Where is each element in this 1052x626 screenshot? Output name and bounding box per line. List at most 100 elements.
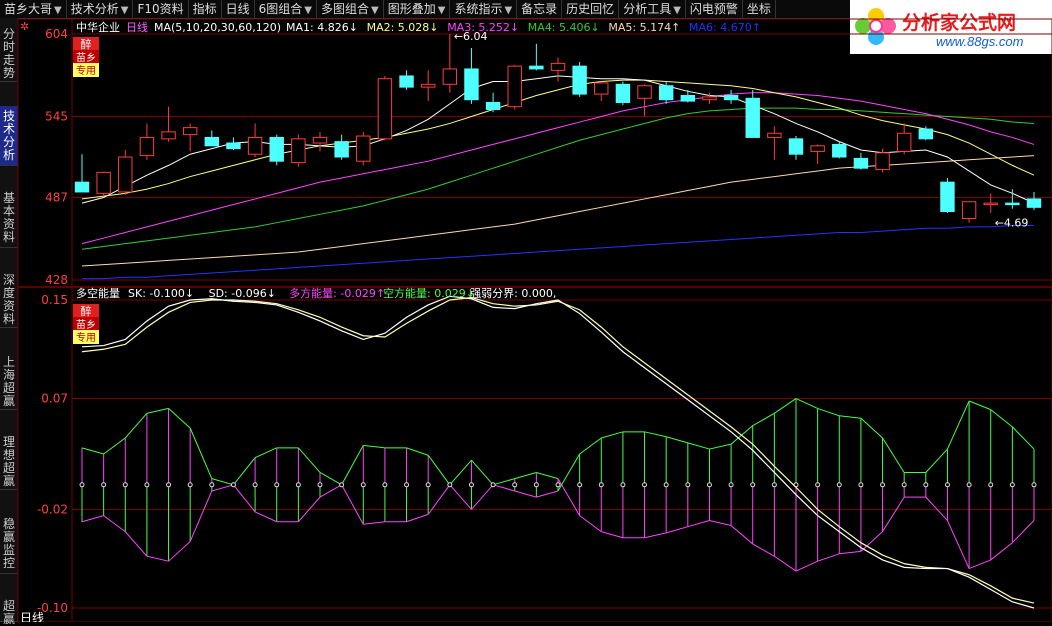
- zero-dot: [620, 482, 626, 488]
- zero-dot: [468, 482, 474, 488]
- sidebar-tab-5[interactable]: 理 想 超 赢: [0, 432, 18, 490]
- upper-tick-label: 604: [45, 27, 68, 41]
- candle: [399, 70, 414, 90]
- candle-up: [139, 136, 155, 157]
- menu-item-9[interactable]: 备忘录: [517, 0, 563, 18]
- candle-down: [572, 65, 587, 95]
- bear-energy-line: [666, 436, 688, 444]
- menu-item-2[interactable]: F10资料: [133, 0, 189, 18]
- sidebar-tab-6[interactable]: 稳 赢 监 控: [0, 514, 18, 574]
- bear-energy-line: [795, 398, 818, 409]
- bear-energy-line: [406, 513, 429, 523]
- candle: [291, 134, 306, 167]
- menu-item-0[interactable]: 苗乡大哥 ▼: [0, 0, 67, 18]
- zero-dot: [274, 482, 280, 488]
- candle: [767, 126, 782, 160]
- menu-item-10[interactable]: 历史回忆: [562, 0, 620, 18]
- legend-item: 强弱分界: 0.000,: [470, 287, 556, 300]
- dropdown-arrow-icon: ▼: [504, 5, 513, 16]
- bull-energy-line: [297, 447, 321, 473]
- sidebar-tab-1[interactable]: 技 术 分 析: [0, 106, 18, 166]
- candle: [269, 134, 284, 166]
- candle-down: [74, 181, 90, 193]
- bull-energy-line: [579, 515, 602, 533]
- menu-item-12[interactable]: 闪电预警: [686, 0, 743, 18]
- menu-item-7[interactable]: 图形叠加 ▼: [384, 0, 451, 18]
- zero-dot: [425, 482, 431, 488]
- sd-line: [81, 296, 1035, 604]
- bull-energy-line: [601, 531, 624, 539]
- sidebar-tab-7[interactable]: 超 赢: [0, 596, 18, 626]
- sidebar-tab-2[interactable]: 基 本 资 料: [0, 188, 18, 248]
- bull-energy-line: [925, 496, 948, 521]
- zero-dot: [685, 482, 691, 488]
- zero-dot: [880, 482, 886, 488]
- candle: [940, 177, 955, 213]
- zero-dot: [706, 482, 712, 488]
- candle-down: [680, 95, 696, 102]
- candle-up: [875, 152, 890, 171]
- bull-energy-line: [817, 553, 840, 562]
- bull-energy-line: [536, 471, 559, 480]
- logo-url: www.88gs.com: [936, 34, 1024, 49]
- bear-energy-line: [189, 490, 213, 542]
- badge-line3: 专用: [76, 64, 96, 77]
- sidebar: 分 时 走 势技 术 分 析基 本 资 料深 度 资 料上 海 超 赢理 想 超…: [0, 18, 18, 626]
- menu-item-13[interactable]: 坐标: [743, 0, 776, 18]
- badge-line2: 苗乡: [76, 319, 96, 331]
- menu-item-3[interactable]: 指标: [189, 0, 222, 18]
- menu-item-6[interactable]: 多图组合 ▼: [317, 0, 384, 18]
- candle-down: [464, 68, 479, 101]
- menu-item-label: 备忘录: [521, 2, 558, 16]
- zero-dot: [771, 482, 777, 488]
- sidebar-tab-0[interactable]: 分 时 走 势: [0, 24, 18, 82]
- menu-item-1[interactable]: 技术分析 ▼: [67, 0, 134, 18]
- menu-item-5[interactable]: 6图组合 ▼: [255, 0, 317, 18]
- bear-energy-line: [990, 409, 1013, 428]
- bull-energy-line: [146, 407, 169, 414]
- sidebar-tab-3[interactable]: 深 度 资 料: [0, 270, 18, 328]
- bull-energy-line: [882, 496, 905, 532]
- candle-up: [983, 202, 998, 206]
- menu-item-label: 闪电预警: [689, 2, 738, 16]
- candle-up: [312, 136, 328, 144]
- bull-energy-line: [666, 526, 688, 534]
- status-text: 日线: [20, 611, 44, 622]
- bear-energy-line: [319, 484, 342, 498]
- candle-up: [702, 96, 717, 101]
- logo-brand: 分析家公式网: [902, 12, 1017, 34]
- zero-dot: [317, 482, 323, 488]
- bull-energy-line: [471, 459, 494, 486]
- menu-item-4[interactable]: 日线: [222, 0, 255, 18]
- menu-item-11[interactable]: 分析工具 ▼: [619, 0, 686, 18]
- candle-down: [615, 83, 631, 103]
- bear-energy-line: [449, 484, 472, 510]
- dropdown-arrow-icon: ▼: [54, 5, 62, 16]
- bull-energy-line: [363, 444, 385, 449]
- grid-layer: 604 545 487 428 0.15 0.07 -0.02 -0.10: [17, 18, 1052, 622]
- candle: [485, 92, 501, 113]
- candle: [594, 81, 609, 102]
- candle: [356, 131, 371, 166]
- bull-energy-line: [1012, 520, 1035, 544]
- bull-energy-line: [839, 550, 861, 555]
- sidebar-tab-4[interactable]: 上 海 超 赢: [0, 352, 18, 410]
- bull-energy-line: [687, 520, 710, 528]
- bull-energy-line: [341, 445, 364, 486]
- bull-energy-line: [189, 427, 213, 479]
- bull-energy-line: [557, 478, 581, 516]
- candle: [637, 84, 652, 117]
- dropdown-arrow-icon: ▼: [120, 5, 129, 16]
- bear-energy-line: [839, 415, 861, 419]
- price-annotation: ←4.69: [995, 217, 1029, 230]
- bull-energy-line: [211, 478, 234, 486]
- bull-energy-line: [752, 543, 775, 557]
- candle: [1005, 189, 1020, 209]
- menu-item-8[interactable]: 系统指示 ▼: [450, 0, 518, 18]
- candle: [529, 43, 544, 71]
- candle: [182, 123, 198, 152]
- bear-energy-line: [774, 398, 797, 414]
- candle: [572, 61, 587, 97]
- lower-tick-label: 0.15: [41, 293, 68, 307]
- legend-item: MA1: 4.826↓: [286, 21, 358, 34]
